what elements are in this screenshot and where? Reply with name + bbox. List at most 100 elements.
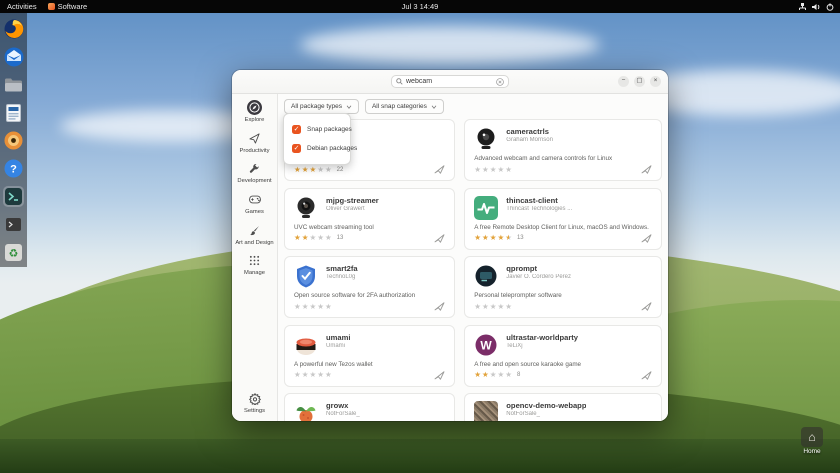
star-icon: ★ bbox=[317, 370, 325, 380]
minimize-button[interactable]: − bbox=[618, 76, 629, 87]
app-card-growx[interactable]: growxNotForSale_GrowX: the Opensource Gr… bbox=[284, 393, 456, 421]
search-input[interactable] bbox=[406, 78, 493, 85]
filter-bar: All package types All snap categories bbox=[284, 99, 662, 114]
maximize-button[interactable]: ▢ bbox=[634, 76, 645, 87]
sidebar-item-productivity[interactable]: Productivity bbox=[232, 131, 277, 155]
star-icon: ★ bbox=[489, 233, 498, 243]
paper-plane-icon bbox=[247, 131, 262, 146]
app-description: Advanced webcam and camera controls for … bbox=[474, 155, 613, 162]
app-icon-webcam-black bbox=[474, 127, 498, 151]
app-author: TeLiXj bbox=[506, 342, 523, 349]
app-card-thincast-client[interactable]: thincast-client Thincast Technologies ...… bbox=[464, 187, 662, 250]
app-menu[interactable]: Software bbox=[47, 2, 87, 11]
app-icon-shield-blue bbox=[294, 264, 318, 288]
sidebar-item-label: Games bbox=[245, 208, 264, 215]
help-dock-icon[interactable]: ? bbox=[3, 158, 24, 179]
star-rating: ★★★★★ bbox=[294, 234, 333, 242]
star-icon: ★ bbox=[474, 164, 483, 174]
sidebar-item-label: Productivity bbox=[239, 147, 270, 154]
app-card-mjpg-streamer[interactable]: mjpg-streamer Oliver Grawert UVC webcam st… bbox=[284, 187, 456, 250]
close-button[interactable]: × bbox=[650, 76, 661, 87]
snap-categories-label: All snap categories bbox=[371, 103, 427, 110]
system-status-area[interactable] bbox=[798, 0, 834, 13]
app-card-smart2fa[interactable]: smart2fa TechnoL0g Open source software fo… bbox=[284, 256, 456, 318]
desktop: Activities Software Jul 3 14:49 ? ♻ ⌂ Hom… bbox=[0, 0, 840, 473]
popover-option-debian-packages[interactable]: ✓ Debian packages bbox=[284, 139, 357, 158]
sidebar-item-label: Settings bbox=[244, 408, 265, 415]
sidebar-item-label: Manage bbox=[244, 270, 265, 277]
popover-option-snap-packages[interactable]: ✓ Snap packages bbox=[284, 120, 352, 139]
share-kite-icon[interactable] bbox=[434, 302, 445, 311]
trash-dock-icon[interactable]: ♻ bbox=[3, 242, 24, 263]
sidebar-item-manage[interactable]: Manage bbox=[232, 253, 277, 277]
app-description: UVC webcam streaming tool bbox=[294, 223, 374, 231]
software-app-icon bbox=[47, 3, 55, 10]
chevron-down-icon bbox=[431, 105, 437, 109]
activities-button[interactable]: Activities bbox=[7, 2, 37, 11]
app-card-ultrastar-worldparty[interactable]: Wultrastar-worldparty TeLiXj A free and op… bbox=[464, 324, 662, 387]
star-icon: ★ bbox=[317, 233, 325, 243]
star-icon: ★ bbox=[474, 370, 483, 380]
rhythmbox-dock-icon[interactable] bbox=[3, 130, 24, 151]
home-folder-shortcut[interactable]: ⌂ Home bbox=[797, 427, 827, 455]
star-rating: ★★★★★ bbox=[294, 303, 333, 311]
gear-icon bbox=[247, 391, 262, 406]
star-icon: ★ bbox=[324, 233, 333, 243]
star-icon: ★ bbox=[482, 233, 490, 243]
star-icon: ★ bbox=[474, 233, 483, 243]
share-kite-icon[interactable] bbox=[641, 233, 652, 243]
clear-search-icon[interactable] bbox=[496, 77, 504, 86]
app-card-umami[interactable]: umami Umami A powerful new Tezos wallet ★★★… bbox=[284, 324, 456, 387]
terminal-small-dock-icon[interactable] bbox=[3, 214, 24, 235]
share-kite-icon[interactable] bbox=[641, 165, 652, 174]
star-icon: ★ bbox=[505, 164, 513, 174]
app-card-cameractrls[interactable]: cameractrls Graham Morrison Advanced webca… bbox=[464, 119, 662, 181]
sidebar-item-games[interactable]: Games bbox=[232, 192, 277, 216]
thunderbird-dock-icon[interactable] bbox=[3, 46, 24, 67]
share-kite-icon[interactable] bbox=[641, 302, 652, 311]
app-description: A free and open source karaoke game bbox=[474, 360, 582, 368]
wrench-icon bbox=[247, 161, 262, 176]
app-title: growx bbox=[326, 401, 349, 410]
compass-icon bbox=[247, 100, 262, 115]
checkbox-icon[interactable]: ✓ bbox=[292, 144, 301, 153]
sidebar-item-explore[interactable]: Explore bbox=[232, 100, 277, 124]
package-types-label: All package types bbox=[291, 103, 342, 110]
app-card-opencv-demo-webapp[interactable]: opencv-demo-webappNotForSale_OpenCV Demo… bbox=[464, 393, 662, 421]
star-icon: ★ bbox=[324, 301, 333, 311]
star-icon: ★ bbox=[294, 233, 302, 243]
terminal-dock-icon[interactable] bbox=[3, 186, 24, 207]
svg-text:♻: ♻ bbox=[9, 247, 19, 260]
app-title: smart2fa bbox=[326, 264, 358, 273]
search-entry[interactable] bbox=[391, 75, 509, 88]
app-card-qprompt[interactable]: qprompt Javier O. Cordero Pérez Personal t… bbox=[464, 256, 662, 318]
app-icon-qprompt-dark bbox=[474, 264, 498, 288]
grid-icon bbox=[247, 253, 262, 268]
sidebar-item-development[interactable]: Development bbox=[232, 161, 277, 185]
share-kite-icon[interactable] bbox=[641, 370, 652, 380]
clock[interactable]: Jul 3 14:49 bbox=[402, 0, 439, 13]
sidebar-item-settings[interactable]: Settings bbox=[232, 391, 277, 415]
app-author: Thincast Technologies ... bbox=[506, 205, 573, 212]
app-icon-plant bbox=[294, 401, 318, 421]
share-kite-icon[interactable] bbox=[434, 370, 445, 380]
star-icon: ★ bbox=[505, 370, 513, 380]
star-rating: ★★★★★ bbox=[294, 166, 333, 174]
home-icon: ⌂ bbox=[808, 430, 816, 444]
checkbox-icon[interactable]: ✓ bbox=[292, 125, 301, 134]
share-kite-icon[interactable] bbox=[434, 165, 445, 174]
volume-icon bbox=[812, 3, 820, 10]
files-dock-icon[interactable] bbox=[3, 74, 24, 95]
sidebar-item-art-and-design[interactable]: Art and Design bbox=[232, 223, 277, 247]
package-types-dropdown[interactable]: All package types bbox=[284, 99, 359, 114]
snap-categories-dropdown[interactable]: All snap categories bbox=[364, 99, 444, 114]
firefox-dock-icon[interactable] bbox=[3, 18, 24, 39]
app-author: NotForSale_ bbox=[326, 411, 360, 417]
popover-option-label: Debian packages bbox=[307, 145, 358, 152]
libreoffice-writer-dock-icon[interactable] bbox=[3, 102, 24, 123]
star-icon: ★ bbox=[505, 301, 513, 311]
gamepad-icon bbox=[247, 192, 262, 207]
star-icon: ★ bbox=[474, 301, 483, 311]
app-title: cameractrls bbox=[506, 127, 549, 136]
share-kite-icon[interactable] bbox=[434, 233, 445, 243]
